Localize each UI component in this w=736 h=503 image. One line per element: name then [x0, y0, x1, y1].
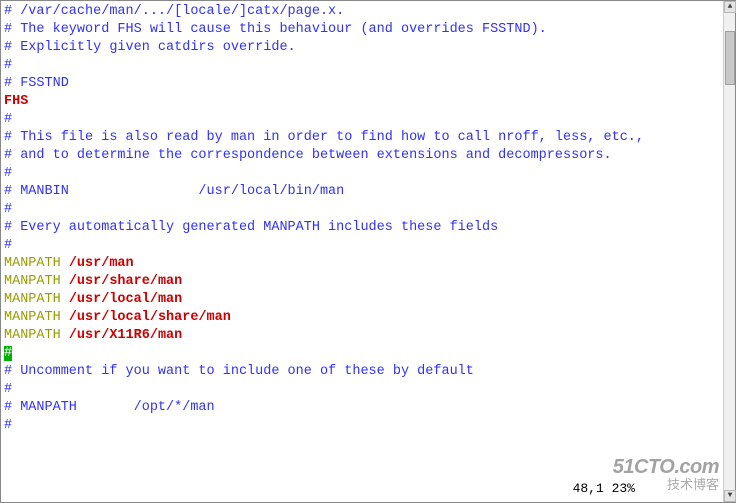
code-line: MANPATH /usr/share/man	[4, 273, 723, 291]
code-segment: /usr/share/man	[69, 274, 182, 289]
scroll-down-button[interactable]: ▼	[724, 490, 736, 502]
code-segment: # This file is also read by man in order…	[4, 130, 644, 145]
code-segment: # The keyword FHS will cause this behavi…	[4, 22, 547, 37]
code-segment: /usr/local/man	[69, 292, 182, 307]
code-segment: # /var/cache/man/.../[locale/]catx/page.…	[4, 4, 344, 19]
code-segment: MANPATH	[4, 292, 61, 307]
code-line: MANPATH /usr/X11R6/man	[4, 327, 723, 345]
code-line: # Explicitly given catdirs override.	[4, 39, 723, 57]
code-segment	[61, 274, 69, 289]
code-line: # Uncomment if you want to include one o…	[4, 363, 723, 381]
code-line: #	[4, 111, 723, 129]
code-line: # and to determine the correspondence be…	[4, 147, 723, 165]
code-segment: MANPATH	[4, 310, 61, 325]
code-segment: MANPATH	[4, 328, 61, 343]
code-segment: # MANPATH /opt/*/man	[4, 400, 215, 415]
code-segment	[61, 292, 69, 307]
code-segment: #	[4, 58, 12, 73]
code-line: #	[4, 345, 723, 363]
code-segment: # Every automatically generated MANPATH …	[4, 220, 498, 235]
code-segment: #	[4, 166, 12, 181]
vertical-scrollbar[interactable]: ▲ ▼	[723, 1, 735, 502]
code-line: # The keyword FHS will cause this behavi…	[4, 21, 723, 39]
scrollbar-thumb[interactable]	[725, 31, 735, 85]
code-segment: # FSSTND	[4, 76, 69, 91]
code-line: # MANPATH /opt/*/man	[4, 399, 723, 417]
code-line: # /var/cache/man/.../[locale/]catx/page.…	[4, 3, 723, 21]
code-line: #	[4, 165, 723, 183]
code-segment: /usr/local/share/man	[69, 310, 231, 325]
code-segment: MANPATH	[4, 274, 61, 289]
code-segment: #	[4, 202, 12, 217]
code-segment: # and to determine the correspondence be…	[4, 148, 612, 163]
code-segment: /usr/man	[69, 256, 134, 271]
code-line: # Every automatically generated MANPATH …	[4, 219, 723, 237]
code-segment	[61, 310, 69, 325]
code-line: MANPATH /usr/man	[4, 255, 723, 273]
code-segment: FHS	[4, 94, 28, 109]
code-line: #	[4, 201, 723, 219]
code-line: #	[4, 381, 723, 399]
code-segment: #	[4, 346, 12, 361]
code-segment: # MANBIN /usr/local/bin/man	[4, 184, 344, 199]
code-line: # This file is also read by man in order…	[4, 129, 723, 147]
code-segment: #	[4, 238, 12, 253]
code-line: # MANBIN /usr/local/bin/man	[4, 183, 723, 201]
code-line: #	[4, 57, 723, 75]
code-segment: #	[4, 382, 12, 397]
vim-status-ruler: 48,1 23%	[573, 480, 635, 498]
code-line: #	[4, 417, 723, 435]
code-line: FHS	[4, 93, 723, 111]
code-segment: # Uncomment if you want to include one o…	[4, 364, 474, 379]
code-segment: #	[4, 112, 12, 127]
code-segment	[61, 328, 69, 343]
code-segment	[61, 256, 69, 271]
code-segment: #	[4, 418, 12, 433]
code-line: MANPATH /usr/local/man	[4, 291, 723, 309]
scroll-up-button[interactable]: ▲	[724, 1, 736, 13]
code-segment: MANPATH	[4, 256, 61, 271]
code-line: # FSSTND	[4, 75, 723, 93]
code-segment: # Explicitly given catdirs override.	[4, 40, 296, 55]
editor-viewport[interactable]: # /var/cache/man/.../[locale/]catx/page.…	[4, 3, 723, 502]
code-segment: /usr/X11R6/man	[69, 328, 182, 343]
code-line: #	[4, 237, 723, 255]
code-line: MANPATH /usr/local/share/man	[4, 309, 723, 327]
